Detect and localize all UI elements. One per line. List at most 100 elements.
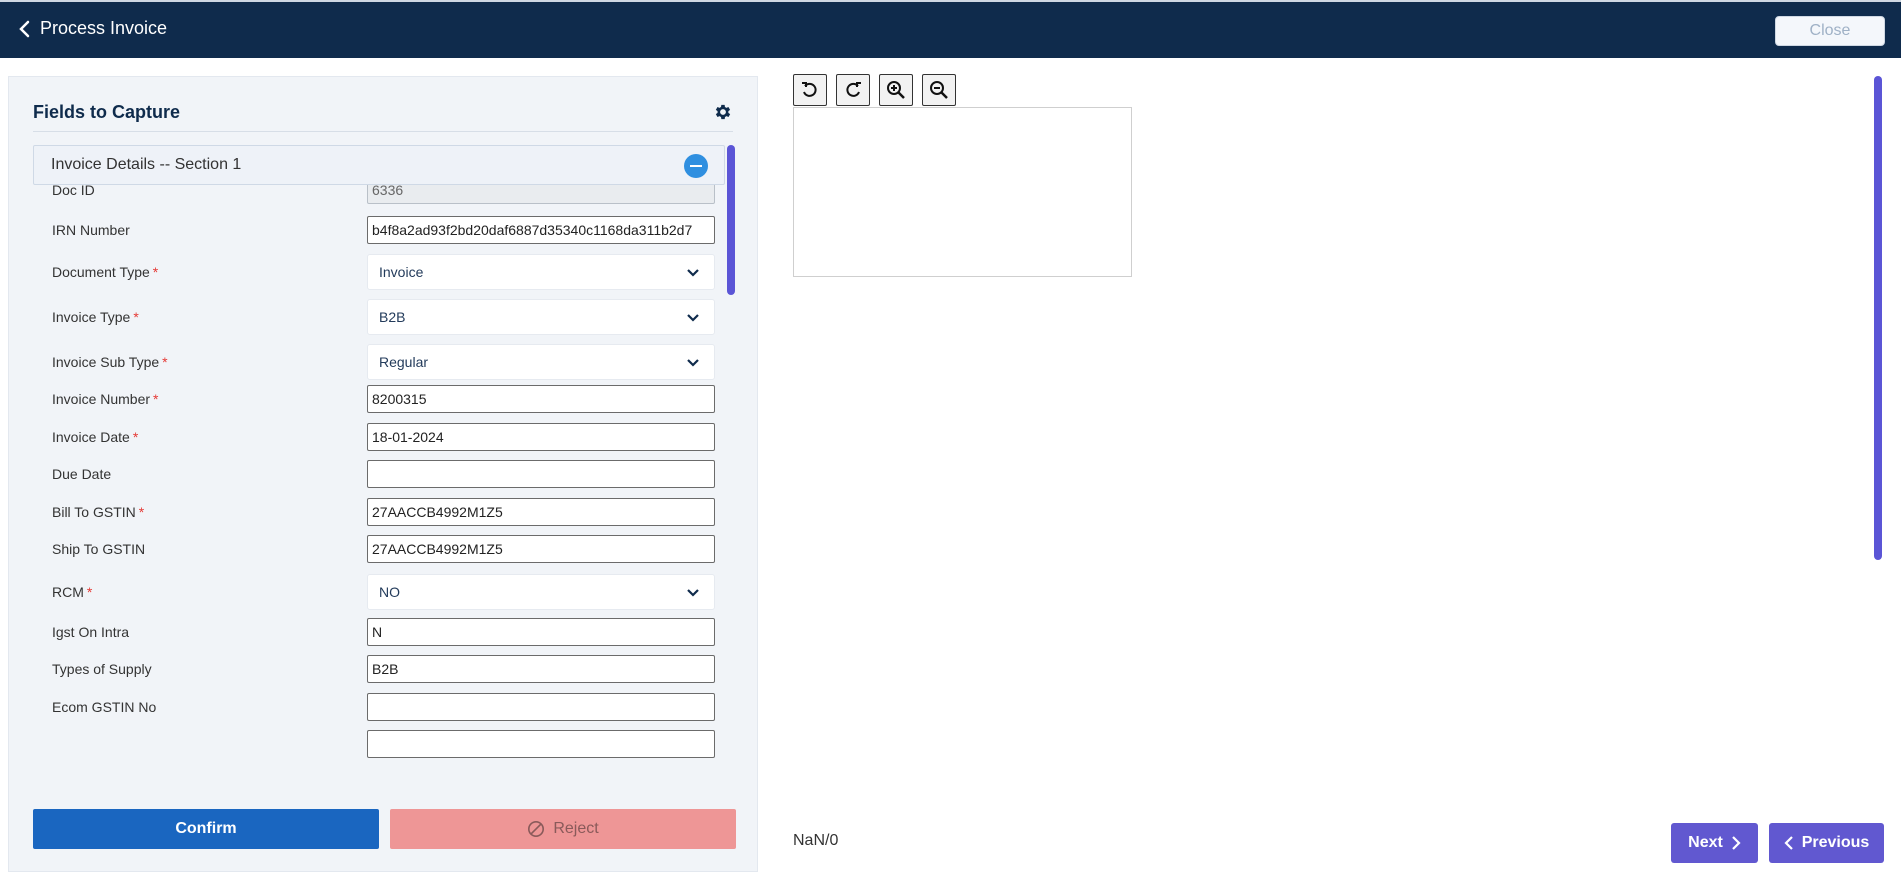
- required-asterisk: *: [133, 309, 139, 325]
- field-row: Ecom GSTIN No: [33, 691, 733, 723]
- next-button[interactable]: Next: [1671, 823, 1758, 863]
- field-label: Ecom GSTIN No: [52, 699, 157, 715]
- field-label: IRN Number: [52, 222, 130, 238]
- field-row: Invoice Type * B2B: [33, 299, 733, 335]
- field-label: Invoice Number: [52, 391, 151, 407]
- field-input[interactable]: 6336: [367, 185, 715, 204]
- field-label: Invoice Type: [52, 309, 131, 325]
- field-select[interactable]: NO: [367, 574, 715, 610]
- fields-list: Doc ID 6336 IRN Number b4f8a2ad93f2bd20daf6…: [33, 185, 733, 843]
- field-label: Ship To GSTIN: [52, 541, 146, 557]
- field-row: Invoice Sub Type * Regular: [33, 344, 733, 380]
- field-input[interactable]: 27AACCB4992M1Z5: [367, 498, 715, 526]
- fields-panel: Fields to Capture Invoice Details -- Sec…: [8, 76, 758, 872]
- field-row: Doc ID 6336: [33, 185, 733, 206]
- field-label-group: Document Type *: [52, 264, 158, 280]
- field-input[interactable]: B2B: [367, 655, 715, 683]
- field-row: Bill To GSTIN * 27AACCB4992M1Z5: [33, 496, 733, 528]
- field-label: Document Type: [52, 264, 150, 280]
- required-asterisk: *: [86, 584, 93, 600]
- field-row: Due Date: [33, 458, 733, 490]
- field-input[interactable]: [367, 693, 715, 721]
- chevron-down-icon: [687, 359, 699, 367]
- field-row: IRN Number b4f8a2ad93f2bd20daf6887d35340c…: [33, 214, 733, 246]
- field-label: Invoice Date: [52, 429, 130, 445]
- field-label: Invoice Sub Type: [52, 354, 160, 370]
- reject-button[interactable]: Reject: [390, 809, 736, 849]
- field-row: RCM * NO: [33, 574, 733, 610]
- panel-title: Fields to Capture: [33, 102, 181, 122]
- field-label: Bill To GSTIN: [52, 504, 136, 520]
- field-label-group: Invoice Sub Type *: [52, 354, 168, 370]
- viewer-scrollbar[interactable]: [1874, 76, 1882, 560]
- field-input[interactable]: b4f8a2ad93f2bd20daf6887d35340c1168da311b…: [367, 216, 715, 244]
- page-title: Process Invoice: [40, 18, 168, 38]
- select-value: Invoice: [379, 264, 424, 280]
- rotate-right-button[interactable]: [836, 74, 870, 106]
- field-select[interactable]: Invoice: [367, 254, 715, 290]
- gear-icon[interactable]: [713, 102, 733, 122]
- zoom-out-icon: [930, 81, 948, 99]
- document-preview[interactable]: [793, 107, 1132, 277]
- field-label-group: Invoice Type *: [52, 309, 139, 325]
- back-button[interactable]: Process Invoice: [18, 18, 167, 39]
- rotate-left-icon: [802, 82, 817, 97]
- chevron-left-icon: [19, 20, 30, 37]
- page-counter: NaN/0: [793, 832, 839, 849]
- field-row: Invoice Date * 18-01-2024: [33, 421, 733, 453]
- zoom-in-button[interactable]: [879, 74, 913, 106]
- divider: [33, 131, 733, 132]
- field-label: Types of Supply: [52, 661, 152, 677]
- field-label-group: Invoice Number *: [52, 391, 159, 407]
- ban-icon: [528, 820, 545, 838]
- fields-scrollbar[interactable]: [727, 145, 735, 295]
- reject-label: Reject: [553, 820, 599, 837]
- field-input[interactable]: 8200315: [367, 385, 715, 413]
- zoom-in-icon: [887, 81, 905, 99]
- zoom-out-button[interactable]: [922, 74, 956, 106]
- required-asterisk: *: [152, 264, 159, 280]
- top-bar: Process Invoice Close: [0, 0, 1901, 58]
- field-input[interactable]: [367, 460, 715, 488]
- collapse-icon[interactable]: [684, 154, 708, 178]
- chevron-left-icon: [1784, 836, 1793, 850]
- required-asterisk: *: [132, 429, 139, 445]
- next-label: Next: [1688, 834, 1723, 851]
- field-label-group: RCM *: [52, 584, 92, 600]
- field-select[interactable]: Regular: [367, 344, 715, 380]
- field-label: Igst On Intra: [52, 624, 130, 640]
- rotate-left-button[interactable]: [793, 74, 827, 106]
- select-value: B2B: [379, 309, 406, 325]
- field-label-group: Invoice Date *: [52, 429, 138, 445]
- confirm-button[interactable]: Confirm: [33, 809, 379, 849]
- select-value: Regular: [379, 354, 429, 370]
- field-input[interactable]: 27AACCB4992M1Z5: [367, 535, 715, 563]
- field-row: Types of Supply B2B: [33, 653, 733, 685]
- field-input[interactable]: 18-01-2024: [367, 423, 715, 451]
- field-label: RCM: [52, 584, 84, 600]
- required-asterisk: *: [162, 354, 168, 370]
- field-input[interactable]: [367, 730, 715, 758]
- field-row: Ship To GSTIN 27AACCB4992M1Z5: [33, 533, 733, 565]
- chevron-down-icon: [687, 314, 699, 322]
- previous-label: Previous: [1801, 834, 1870, 851]
- field-input[interactable]: N: [367, 618, 715, 646]
- required-asterisk: *: [138, 504, 145, 520]
- rotate-right-icon: [846, 82, 861, 97]
- field-row: Document Type * Invoice: [33, 254, 733, 290]
- chevron-down-icon: [687, 269, 699, 277]
- close-button[interactable]: Close: [1775, 16, 1885, 46]
- field-row: Invoice Number * 8200315: [33, 383, 733, 415]
- field-label: Due Date: [52, 466, 112, 482]
- section-header[interactable]: Invoice Details -- Section 1: [33, 145, 725, 185]
- required-asterisk: *: [153, 391, 159, 407]
- field-label: Doc ID: [52, 185, 95, 198]
- field-row: Igst On Intra N: [33, 616, 733, 648]
- previous-button[interactable]: Previous: [1769, 823, 1884, 863]
- select-value: NO: [379, 584, 400, 600]
- chevron-down-icon: [687, 589, 699, 597]
- section-label: Invoice Details -- Section 1: [51, 156, 242, 173]
- field-label-group: Bill To GSTIN *: [52, 504, 144, 520]
- field-row-partial: [33, 728, 733, 760]
- field-select[interactable]: B2B: [367, 299, 715, 335]
